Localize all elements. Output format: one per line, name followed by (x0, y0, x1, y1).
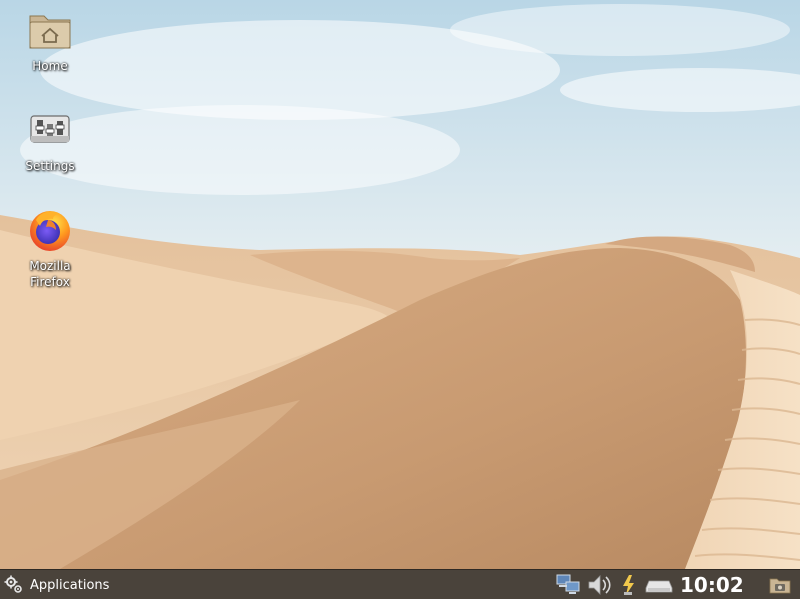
desktop-icon-home[interactable]: Home (10, 6, 90, 74)
home-folder-icon (29, 15, 71, 49)
removable-drive-tray-button[interactable] (645, 573, 673, 597)
network-tray-button[interactable] (556, 573, 582, 597)
volume-tray-button[interactable] (586, 573, 612, 597)
settings-icon (30, 115, 70, 143)
taskbar-panel: Applications 10:02 (0, 569, 800, 599)
desktop[interactable]: Home Settings Mozilla Firefox (0, 0, 800, 569)
screenshot-folder-icon (769, 578, 791, 594)
desktop-icon-label: Mozilla Firefox (29, 259, 71, 289)
desktop-icon-settings[interactable]: Settings (10, 106, 90, 174)
applications-gear-icon (4, 575, 22, 593)
firefox-icon (30, 211, 70, 251)
removable-drive-icon (645, 580, 673, 593)
desert-wallpaper (0, 0, 800, 569)
power-tray-button[interactable] (618, 573, 638, 597)
volume-icon (588, 575, 611, 595)
screenshot-folder-tray-button[interactable] (768, 573, 792, 597)
applications-label: Applications (30, 577, 110, 593)
desktop-icon-label: Settings (25, 159, 75, 173)
power-icon (623, 575, 634, 595)
network-icon (556, 574, 580, 594)
desktop-icon-firefox[interactable]: Mozilla Firefox (10, 206, 90, 290)
panel-clock[interactable]: 10:02 (680, 571, 744, 599)
applications-menu-button[interactable]: Applications (4, 573, 109, 597)
desktop-icon-label: Home (32, 59, 68, 73)
